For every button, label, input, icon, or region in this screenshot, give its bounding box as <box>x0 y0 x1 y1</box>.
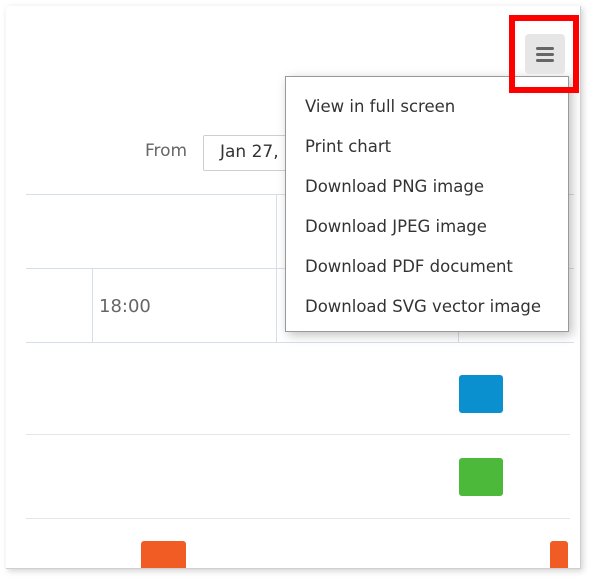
green-bar[interactable] <box>459 458 503 496</box>
orange-bar-left[interactable] <box>141 541 186 568</box>
menu-item-download-jpeg[interactable]: Download JPEG image <box>286 207 568 247</box>
row-line-1 <box>26 434 570 435</box>
time-label-1800: 18:00 <box>99 296 151 317</box>
chart-context-menu-button[interactable] <box>525 34 565 74</box>
menu-item-download-png[interactable]: Download PNG image <box>286 167 568 207</box>
chart-container: From Jan 27, 18:00 View in full screen P… <box>6 6 581 569</box>
orange-bar-right[interactable] <box>550 541 568 568</box>
menu-item-print-chart[interactable]: Print chart <box>286 127 568 167</box>
header-bottom-line <box>26 342 574 343</box>
column-divider-2 <box>276 194 277 342</box>
menu-item-download-pdf[interactable]: Download PDF document <box>286 247 568 287</box>
blue-bar[interactable] <box>459 375 503 413</box>
column-divider-1 <box>92 268 93 342</box>
export-menu-dropdown: View in full screen Print chart Download… <box>285 76 569 332</box>
menu-item-view-full-screen[interactable]: View in full screen <box>286 87 568 127</box>
row-line-2 <box>26 518 570 519</box>
from-label: From <box>145 141 188 161</box>
menu-item-download-svg[interactable]: Download SVG vector image <box>286 287 568 327</box>
